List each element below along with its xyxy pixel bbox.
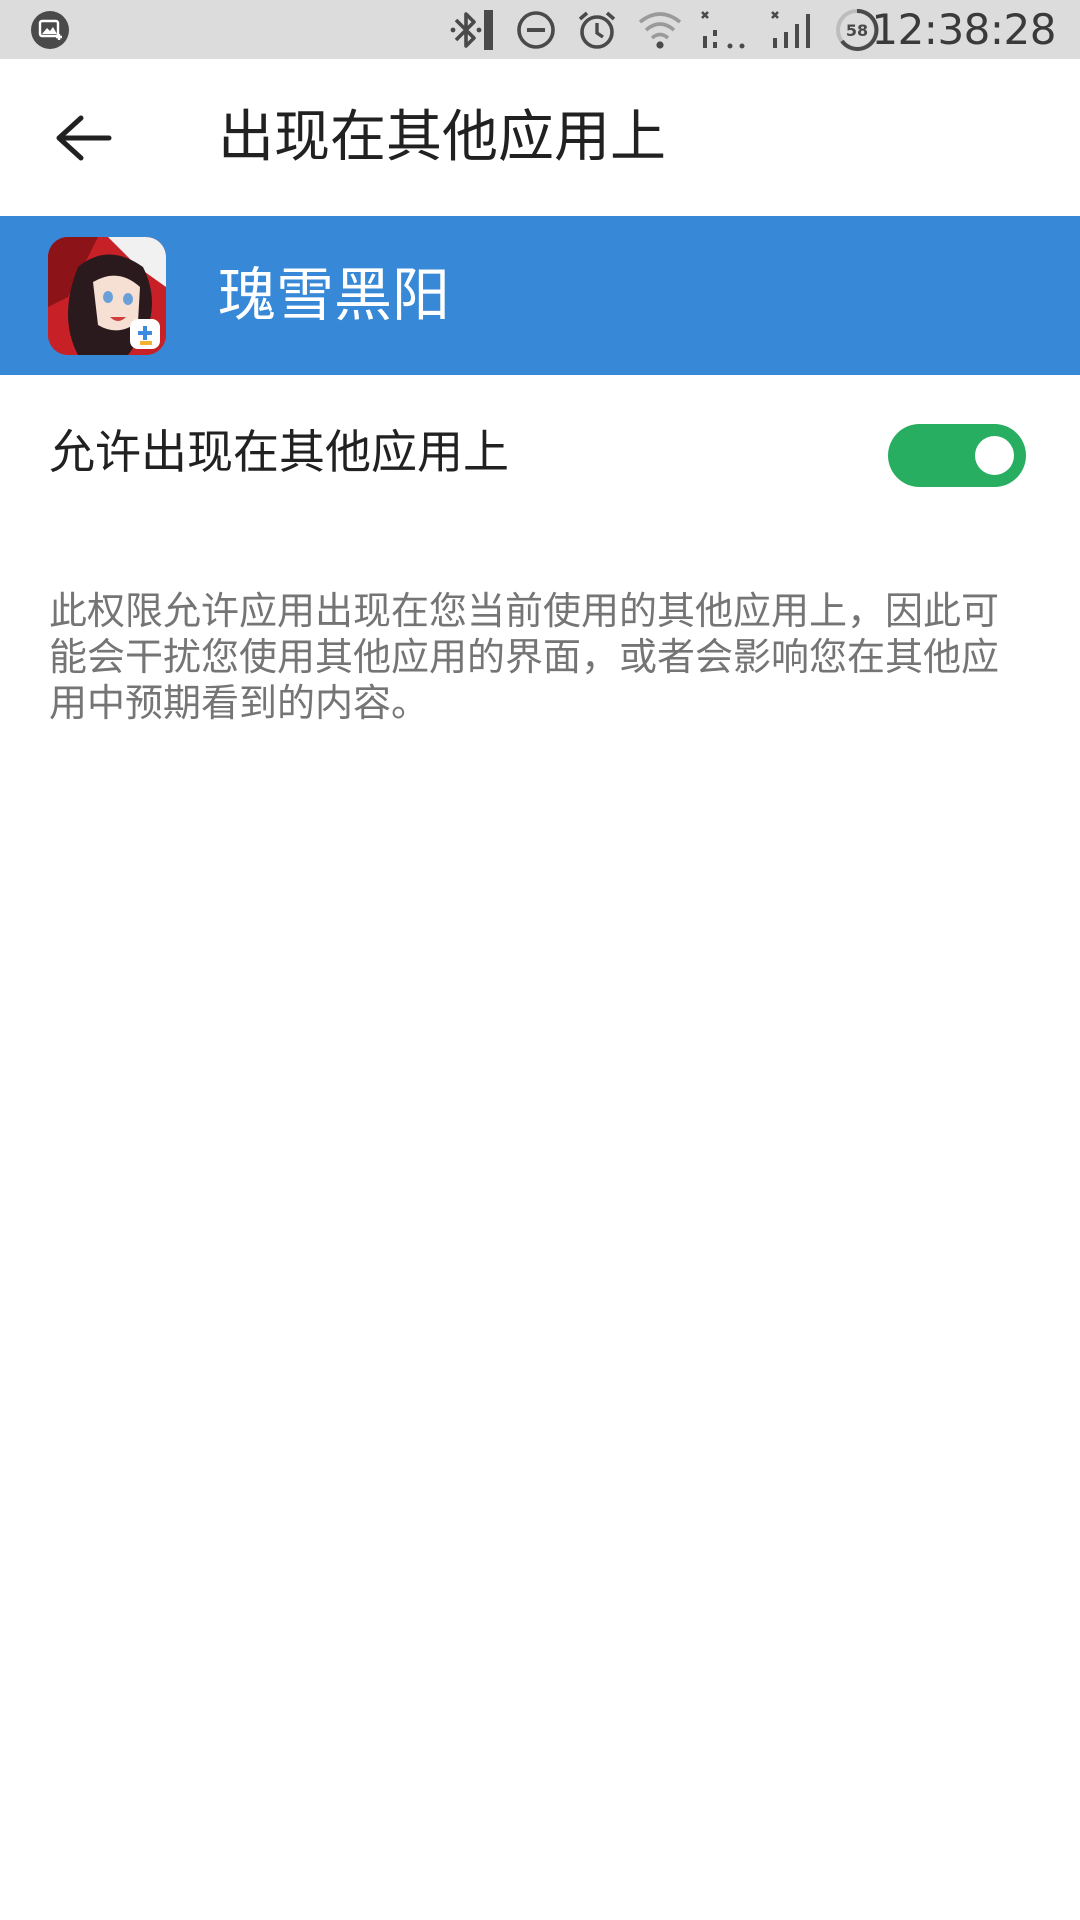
- allow-overlay-setting-row[interactable]: 允许出现在其他应用上: [0, 375, 1080, 537]
- arrow-back-icon: [53, 112, 113, 168]
- allow-overlay-label: 允许出现在其他应用上: [49, 425, 509, 479]
- cell-signal-icon: [770, 0, 820, 59]
- permission-description: 此权限允许应用出现在您当前使用的其他应用上，因此可能会干扰您使用其他应用的界面，…: [49, 589, 1000, 725]
- back-button[interactable]: [38, 95, 128, 185]
- battery-level: 58: [846, 21, 868, 40]
- do-not-disturb-icon: [515, 0, 557, 59]
- screenshot-notification-icon: [30, 0, 70, 59]
- toggle-thumb: [975, 436, 1014, 475]
- app-name: 瑰雪黑阳: [218, 261, 451, 329]
- status-bar: 58 12:38:28: [0, 0, 1080, 59]
- screen: 58 12:38:28 出现在其他应用上 瑰雪黑阳 允许出现在其他应用上 此权限…: [0, 0, 1080, 1920]
- alarm-icon: [575, 0, 619, 59]
- allow-overlay-toggle[interactable]: [888, 424, 1026, 487]
- app-bar: 出现在其他应用上: [0, 59, 1080, 216]
- app-icon: [48, 237, 166, 355]
- no-signal-icon: [700, 0, 756, 59]
- status-time: 12:38:28: [871, 5, 1056, 54]
- bluetooth-icon: [448, 0, 498, 59]
- wifi-icon: [636, 0, 684, 59]
- app-header: 瑰雪黑阳: [0, 216, 1080, 375]
- page-title: 出现在其他应用上: [218, 105, 666, 170]
